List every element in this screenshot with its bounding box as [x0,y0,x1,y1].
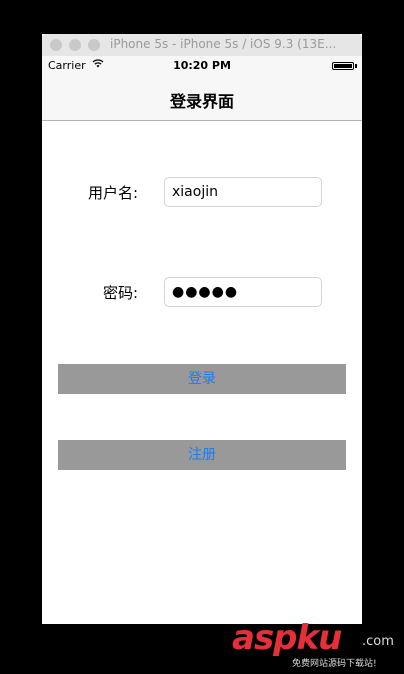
page-title: 登录界面 [169,92,234,111]
battery-fill [334,64,352,68]
minimize-window-button[interactable] [69,39,81,51]
site-watermark: aspku .com 免费网站源码下载站! [232,618,402,669]
status-time: 10:20 PM [173,59,231,72]
watermark-tagline: 免费网站源码下载站! [292,659,377,669]
battery-icon [332,62,354,70]
status-bar: Carrier 10:20 PM [42,56,362,76]
watermark-domain: .com [362,634,394,649]
register-button[interactable]: 注册 [58,440,346,470]
zoom-window-button[interactable] [88,39,100,51]
window-titlebar: iPhone 5s - iPhone 5s / iOS 9.3 (13E... [42,34,362,57]
close-window-button[interactable] [50,39,62,51]
navigation-bar: 登录界面 [42,76,362,121]
watermark-brand: aspku [232,618,342,658]
window-title: iPhone 5s - iPhone 5s / iOS 9.3 (13E... [110,37,337,51]
login-button[interactable]: 登录 [58,364,346,394]
username-input[interactable]: xiaojin [164,177,322,207]
username-label: 用户名: [87,184,138,202]
username-value: xiaojin [172,184,218,200]
simulator-window: iPhone 5s - iPhone 5s / iOS 9.3 (13E... … [42,34,362,624]
password-input[interactable]: ●●●●● [164,277,322,307]
battery-tip [355,64,357,68]
password-label: 密码: [102,284,138,302]
password-value: ●●●●● [172,284,239,300]
